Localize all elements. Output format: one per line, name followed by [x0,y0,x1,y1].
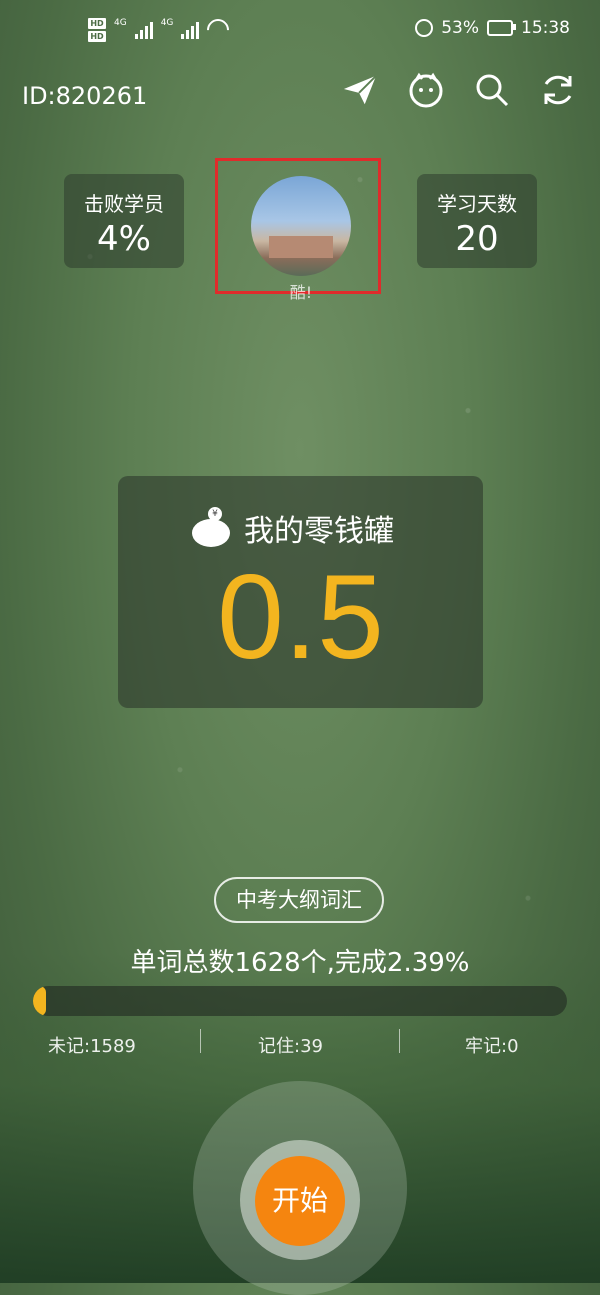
mastered-count: 牢记:0 [465,1036,519,1057]
piggy-bank-icon: ¥ [192,507,234,549]
status-left: HD HD 4G 4G [88,14,234,46]
hd-badge-2: HD [88,31,106,42]
signal-icon [134,21,153,39]
hd-indicators: HD HD [88,18,106,42]
top-bar: ID:820261 [0,72,600,122]
avatar-caption: 酷! [289,283,313,302]
start-button[interactable]: 开始 [255,1156,345,1246]
piggy-bank-value: 0.5 [217,550,384,684]
piggy-bank-header: ¥ 我的零钱罐 [192,506,394,550]
status-right: 53% 15:38 [415,18,570,38]
divider [200,1029,201,1053]
signal-icon-2 [181,21,200,39]
avatar-highlight[interactable]: 酷! [215,158,381,302]
defeated-value: 4% [97,219,151,259]
network-type-2: 4G [160,18,174,28]
user-id: ID:820261 [22,82,148,110]
hotspot-icon [202,14,234,46]
defeated-label: 击败学员 [84,192,164,216]
alarm-icon [415,19,434,37]
memorized-count: 记住:39 [258,1036,323,1057]
battery-icon [487,20,516,36]
send-icon[interactable] [342,72,378,108]
top-actions [342,72,576,108]
search-icon[interactable] [474,72,510,108]
hd-badge-1: HD [88,18,106,29]
study-days-label: 学习天数 [437,192,517,216]
mascot-icon[interactable] [408,72,444,108]
wordbook-selector[interactable]: 中考大纲词汇 [214,877,384,923]
study-days-card: 学习天数 20 [417,174,537,268]
progress-bar [33,986,567,1016]
avatar[interactable] [251,176,351,276]
piggy-bank-card[interactable]: ¥ 我的零钱罐 0.5 [118,476,483,708]
divider [399,1029,400,1053]
refresh-icon[interactable] [540,72,576,108]
clock: 15:38 [521,18,570,38]
battery-percent: 53% [441,18,479,38]
word-summary: 单词总数1628个,完成2.39% [130,948,470,978]
piggy-bank-title: 我的零钱罐 [244,514,394,549]
avatar-photo-building [269,236,333,258]
network-type-1: 4G [114,18,127,28]
study-days-value: 20 [455,219,499,259]
defeated-stat-card: 击败学员 4% [64,174,184,268]
unmemorized-count: 未记:1589 [48,1036,136,1057]
status-bar: HD HD 4G 4G 53% 15:38 [0,14,600,54]
coin-icon: ¥ [208,507,222,521]
